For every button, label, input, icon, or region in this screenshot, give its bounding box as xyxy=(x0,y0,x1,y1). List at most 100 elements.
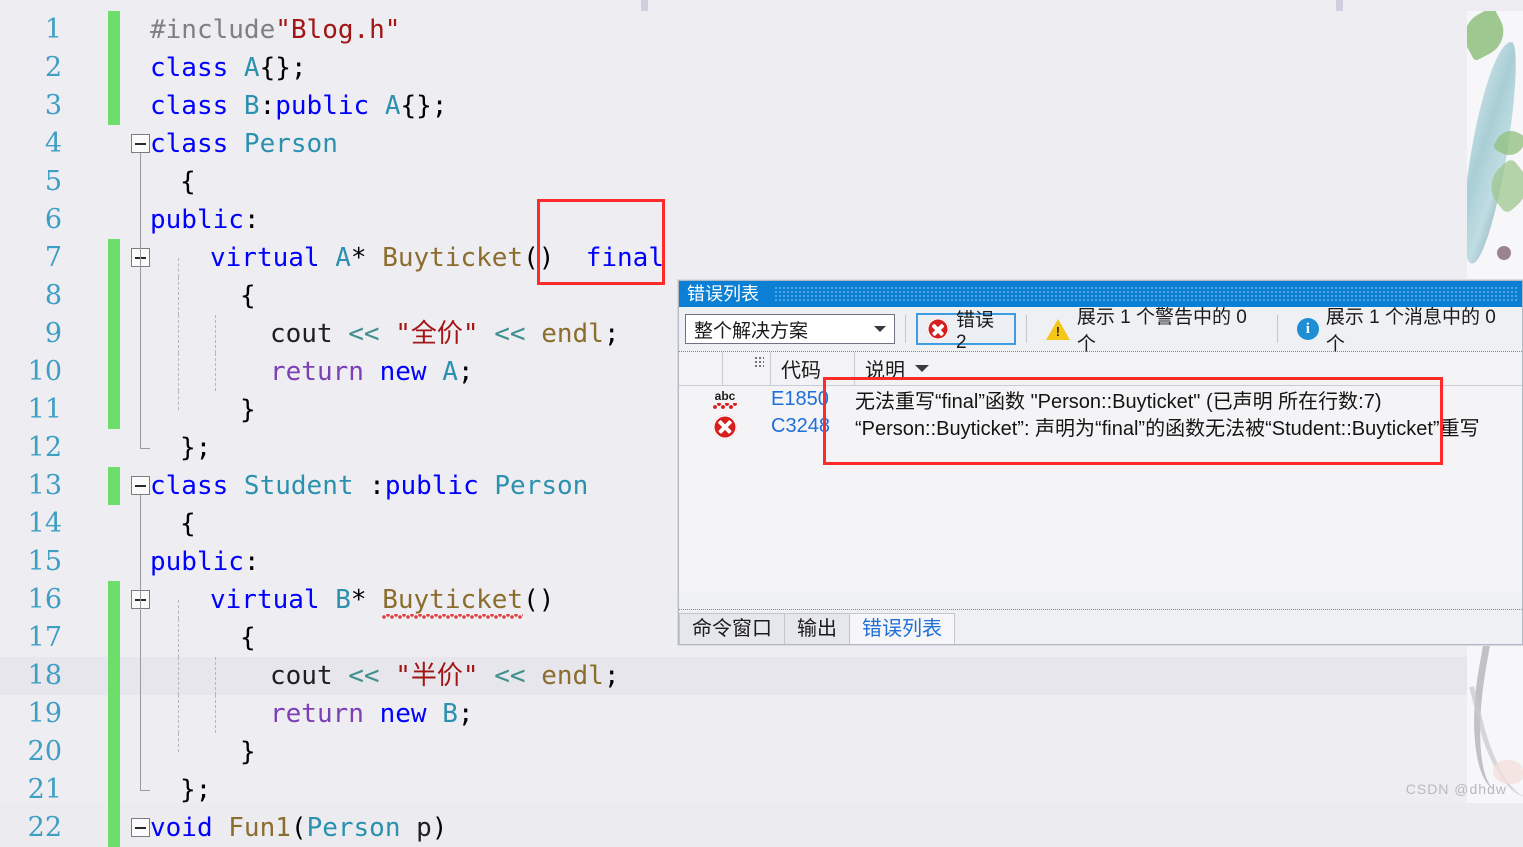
indent-guide xyxy=(140,201,141,239)
code-line[interactable]: 22 void Fun1(Person p) xyxy=(0,809,1467,847)
code-text: public: xyxy=(150,543,260,581)
code-line[interactable]: 4 class Person xyxy=(0,125,1467,163)
column-header-description[interactable]: 说明 xyxy=(855,352,1522,385)
toolbar-separator xyxy=(905,315,906,343)
error-circle-icon xyxy=(713,414,737,439)
change-indicator-bar xyxy=(108,657,120,695)
chevron-down-icon xyxy=(874,326,887,332)
code-token: Student xyxy=(243,471,370,501)
code-text: class B:public A{}; xyxy=(150,87,447,125)
code-token: A xyxy=(384,91,401,121)
code-token: public xyxy=(384,471,495,501)
code-token: } xyxy=(240,737,256,767)
code-text: public: xyxy=(150,201,260,239)
code-token: : xyxy=(259,91,276,121)
error-list-title: 错误列表 xyxy=(687,284,759,304)
code-token: p xyxy=(416,813,432,843)
column-header-code-label: 代码 xyxy=(781,360,821,382)
error-list-rows[interactable]: abc E1850 无法重写“final”函数 "Person::Buyticket… xyxy=(679,386,1522,592)
watermark-text: CSDN @dhdw xyxy=(1405,781,1507,797)
error-row-icon-cell: abc xyxy=(679,390,771,410)
change-indicator-bar xyxy=(108,87,120,125)
code-token: { xyxy=(180,167,196,197)
scope-dropdown-value: 整个解决方案 xyxy=(694,320,809,342)
code-text: } xyxy=(150,391,256,429)
code-token: << xyxy=(348,661,396,691)
scroll-segment[interactable] xyxy=(648,0,1336,11)
code-token: {}; xyxy=(400,91,448,121)
code-token: () xyxy=(523,585,555,615)
error-list-column-headers[interactable]: 代码 说明 xyxy=(679,352,1522,386)
sort-descending-icon[interactable] xyxy=(915,365,929,372)
code-line[interactable]: 3 class B:public A{}; xyxy=(0,87,1467,125)
code-token: Person xyxy=(306,813,417,843)
indent-guide xyxy=(140,771,150,791)
error-code[interactable]: E1850 xyxy=(771,388,855,411)
code-line[interactable]: 5{ xyxy=(0,163,1467,201)
line-number: 19 xyxy=(27,698,62,729)
filter-warnings-button[interactable]: 展示 1 个警告中的 0 个 xyxy=(1037,307,1267,355)
change-indicator-bar xyxy=(108,277,120,315)
code-line[interactable]: 19 return new B; xyxy=(0,695,1467,733)
toolbar-separator xyxy=(1025,315,1027,343)
code-token: "半价" xyxy=(395,661,495,691)
top-scroll-strip[interactable] xyxy=(0,0,1523,11)
code-line[interactable]: 18 cout << "半价" << endl; xyxy=(0,657,1467,695)
collapse-outline-icon[interactable] xyxy=(131,134,150,153)
code-text: class A{}; xyxy=(150,49,307,87)
code-line[interactable]: 1 #include"Blog.h" xyxy=(0,11,1467,49)
error-list-row[interactable]: C3248 “Person::Buyticket”: 声明为“final”的函数无… xyxy=(679,413,1522,440)
error-list-window[interactable]: 错误列表 整个解决方案 错误 2 展示 1 个警告中的 0 个 i 展示 1 个… xyxy=(678,280,1523,645)
code-token: new xyxy=(379,699,443,729)
error-list-row[interactable]: abc E1850 无法重写“final”函数 "Person::Buyticket… xyxy=(679,386,1522,413)
code-token: endl xyxy=(541,319,604,349)
collapse-outline-icon[interactable] xyxy=(131,818,150,837)
code-line[interactable]: 2 class A{}; xyxy=(0,49,1467,87)
filter-errors-button[interactable]: 错误 2 xyxy=(915,310,1016,353)
indent-guide xyxy=(140,163,141,201)
code-token: : xyxy=(243,205,260,235)
line-number: 11 xyxy=(27,394,62,425)
indent-guide xyxy=(140,239,141,277)
column-options-icon[interactable] xyxy=(755,357,764,368)
line-number: 4 xyxy=(44,128,62,159)
change-indicator-bar xyxy=(108,809,120,847)
code-line[interactable]: 6 public: xyxy=(0,201,1467,239)
code-token: }; xyxy=(180,775,212,805)
error-list-toolbar[interactable]: 整个解决方案 错误 2 展示 1 个警告中的 0 个 i 展示 1 个消息中的 … xyxy=(679,307,1522,355)
title-bar-grip[interactable] xyxy=(775,287,1518,301)
filter-messages-button[interactable]: i 展示 1 个消息中的 0 个 xyxy=(1288,307,1516,355)
scroll-segment[interactable] xyxy=(0,0,641,11)
code-line[interactable]: 20} xyxy=(0,733,1467,771)
code-token: "全价" xyxy=(395,319,495,349)
collapse-outline-icon[interactable] xyxy=(131,476,150,495)
indent-guide xyxy=(140,153,141,163)
line-number: 6 xyxy=(44,204,62,235)
indent-guide xyxy=(140,733,141,771)
tab-error-list[interactable]: 错误列表 xyxy=(849,613,955,644)
tab-command-window[interactable]: 命令窗口 xyxy=(679,613,785,644)
tool-window-tab-strip[interactable]: 命令窗口 输出 错误列表 xyxy=(679,609,1522,644)
column-header-blank[interactable] xyxy=(679,352,723,385)
line-number: 5 xyxy=(44,166,62,197)
code-text: virtual B* Buyticket() xyxy=(150,581,554,619)
code-text: } xyxy=(150,733,256,771)
code-token: new xyxy=(379,357,443,387)
indent-guide xyxy=(140,543,141,581)
code-token: * xyxy=(350,243,383,273)
scope-dropdown[interactable]: 整个解决方案 xyxy=(685,314,896,344)
column-header-options[interactable] xyxy=(723,352,771,385)
change-indicator-bar xyxy=(108,733,120,771)
code-token: << xyxy=(494,319,542,349)
code-token: endl xyxy=(541,661,604,691)
code-line[interactable]: 21}; xyxy=(0,771,1467,809)
scroll-segment[interactable] xyxy=(1343,0,1523,11)
column-header-code[interactable]: 代码 xyxy=(771,352,855,385)
tab-output[interactable]: 输出 xyxy=(784,613,850,644)
line-number: 15 xyxy=(27,546,62,577)
change-indicator-bar xyxy=(108,467,120,505)
code-token: virtual xyxy=(210,585,336,615)
code-token: * xyxy=(350,585,383,615)
error-code[interactable]: C3248 xyxy=(771,415,855,438)
code-line[interactable]: 7 virtual A* Buyticket() final xyxy=(0,239,1467,277)
